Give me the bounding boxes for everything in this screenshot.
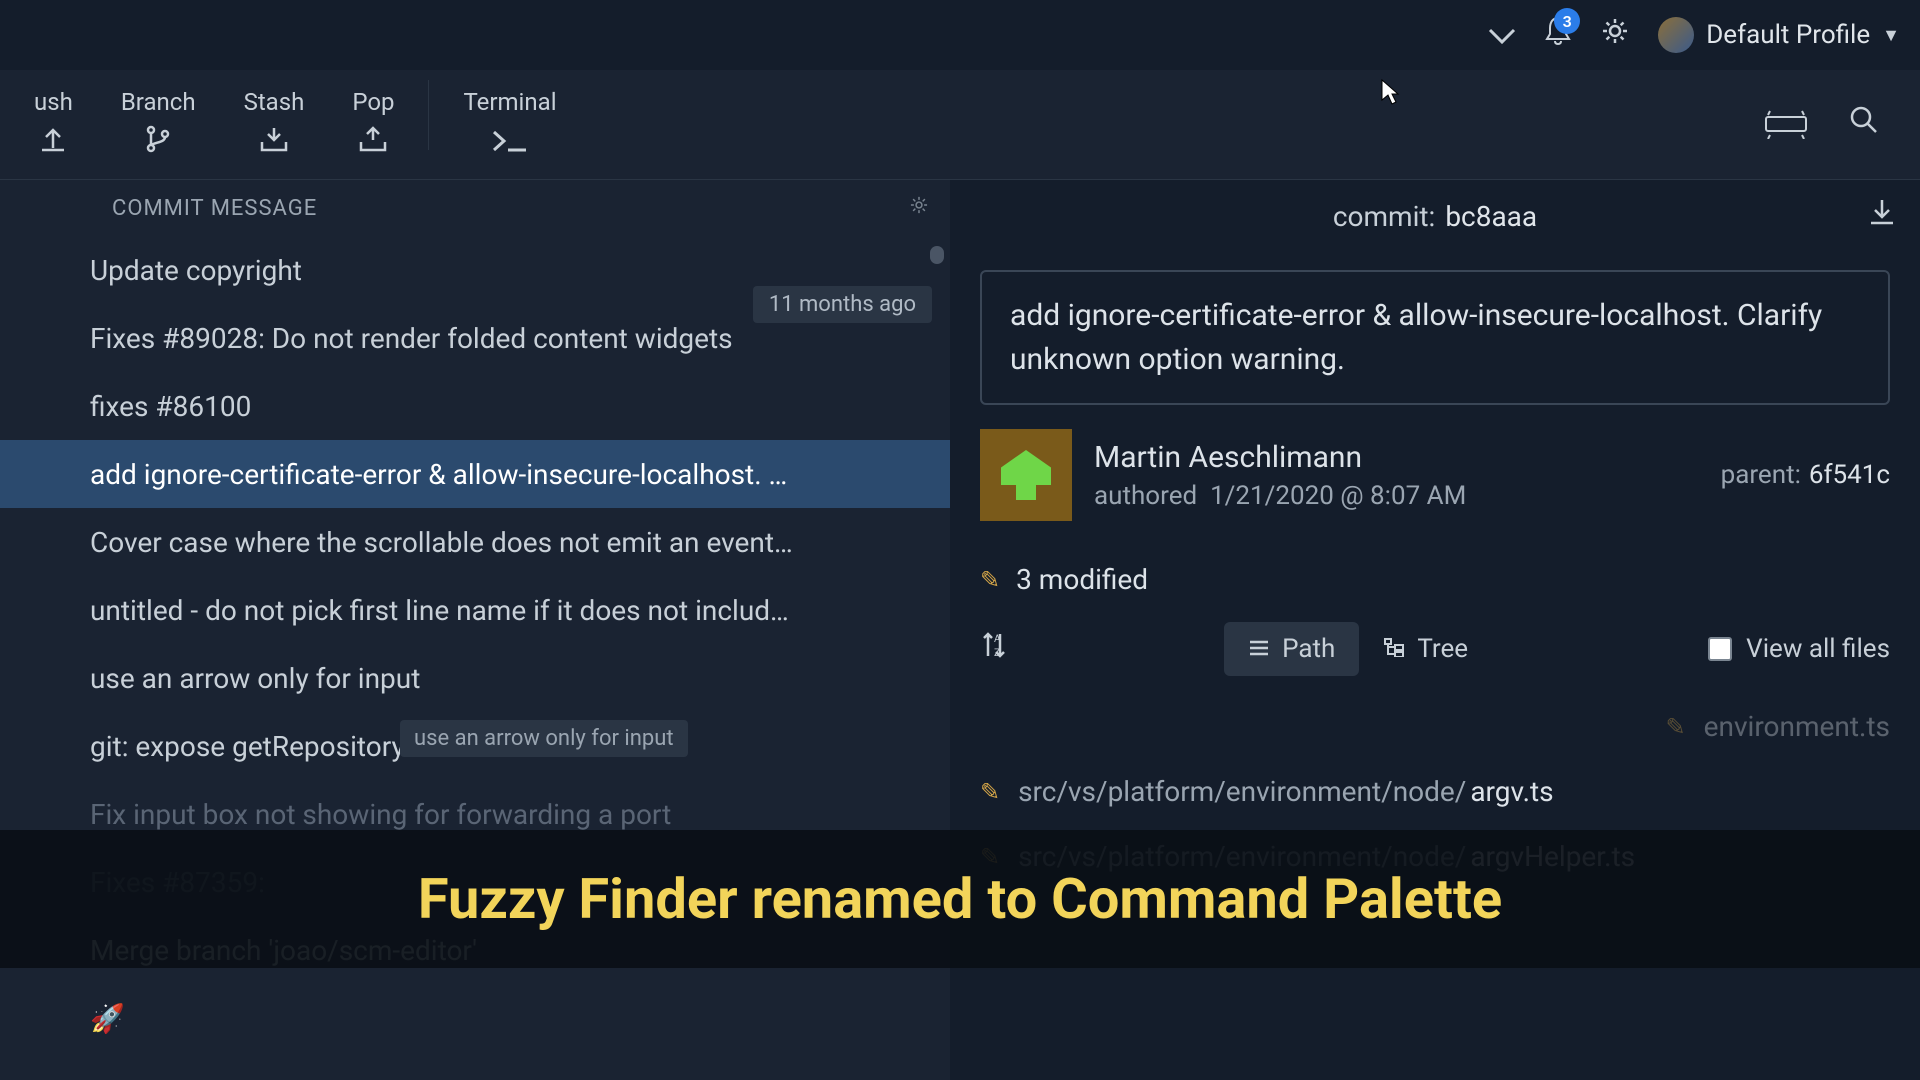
commit-row[interactable]: git: expose getRepositoryuse an arrow on… [0, 712, 950, 780]
commit-row[interactable]: use an arrow only for input [0, 644, 950, 712]
commit-message: Update copyright [90, 254, 950, 287]
overlay-banner: Fuzzy Finder renamed to Command Palette [0, 830, 1920, 968]
view-all-files[interactable]: View all files [1708, 634, 1890, 664]
commit-message-box: add ignore-certificate-error & allow-ins… [980, 270, 1890, 405]
pencil-icon: ✎ [1666, 713, 1686, 741]
commit-message: Fix input box not showing for forwarding… [90, 798, 950, 831]
commit-row[interactable]: fixes #86100 [0, 372, 950, 440]
avatar [980, 429, 1072, 521]
commit-hash: bc8aaa [1445, 200, 1537, 233]
author-row: Martin Aeschlimann authored 1/21/2020 @ … [950, 429, 1920, 545]
commit-row[interactable]: Cover case where the scrollable does not… [0, 508, 950, 576]
gear-icon[interactable] [908, 194, 930, 222]
commit-row[interactable]: add ignore-certificate-error & allow-ins… [0, 440, 950, 508]
tooltip: use an arrow only for input [400, 720, 688, 757]
pop-icon [357, 124, 389, 162]
commit-message: 🚀 [90, 1002, 950, 1035]
detail-header: commit: bc8aaa [950, 180, 1920, 252]
branch-button[interactable]: Branch [97, 80, 220, 170]
commit-message: fixes #86100 [90, 390, 950, 423]
chevron-down-icon[interactable] [1488, 16, 1516, 54]
notification-badge: 3 [1554, 8, 1580, 34]
notifications-button[interactable]: 3 [1544, 16, 1572, 54]
branch-icon [143, 124, 173, 162]
author-date: authored 1/21/2020 @ 8:07 AM [1094, 481, 1699, 511]
toolbar: ush Branch Stash Pop Terminal [0, 70, 1920, 180]
author-name: Martin Aeschlimann [1094, 440, 1699, 475]
tree-toggle[interactable]: Tree [1359, 622, 1492, 676]
commit-list-header: COMMIT MESSAGE [0, 180, 950, 236]
list-icon [1248, 634, 1270, 664]
keyboard-icon[interactable] [1764, 107, 1808, 143]
time-label: 11 months ago [753, 286, 932, 323]
file-name: argv.ts [1470, 775, 1553, 808]
terminal-button[interactable]: Terminal [439, 80, 580, 170]
avatar [1658, 17, 1694, 53]
commit-row[interactable]: untitled - do not pick first line name i… [0, 576, 950, 644]
parent-info[interactable]: parent:6f541c [1721, 460, 1890, 490]
commit-message: untitled - do not pick first line name i… [90, 594, 950, 627]
commit-message: Cover case where the scrollable does not… [90, 526, 950, 559]
commit-message: add ignore-certificate-error & allow-ins… [90, 458, 950, 491]
overlay-text: Fuzzy Finder renamed to Command Palette [0, 866, 1920, 932]
stash-icon [258, 124, 290, 162]
commit-message: use an arrow only for input [90, 662, 950, 695]
profile-dropdown[interactable]: Default Profile ▼ [1658, 17, 1900, 53]
search-icon[interactable] [1848, 104, 1880, 145]
download-icon[interactable] [1868, 197, 1896, 235]
caret-down-icon: ▼ [1882, 25, 1900, 46]
terminal-icon [490, 124, 530, 162]
view-bar: AZ Path Tree View all files [950, 614, 1920, 694]
commit-row[interactable]: Fixes #89028: Do not render folded conte… [0, 304, 950, 372]
file-row[interactable]: ✎environment.ts [980, 694, 1890, 759]
checkbox[interactable] [1708, 637, 1732, 661]
push-icon [38, 124, 68, 162]
profile-label: Default Profile [1706, 20, 1870, 50]
tree-icon [1383, 634, 1405, 664]
stash-button[interactable]: Stash [220, 80, 329, 170]
commit-message: Fixes #89028: Do not render folded conte… [90, 322, 950, 355]
top-header: 3 Default Profile ▼ [0, 0, 1920, 70]
pop-button[interactable]: Pop [328, 80, 418, 170]
svg-text:A: A [994, 634, 1001, 645]
path-toggle[interactable]: Path [1224, 622, 1359, 676]
sort-icon[interactable]: AZ [980, 630, 1008, 668]
gear-icon[interactable] [1600, 16, 1630, 54]
separator [428, 80, 429, 150]
pencil-icon: ✎ [980, 778, 1000, 806]
file-row[interactable]: ✎src/vs/platform/environment/node/argv.t… [980, 759, 1890, 824]
push-button[interactable]: ush [10, 80, 97, 170]
svg-text:Z: Z [994, 648, 1000, 659]
view-toggle: Path Tree [1224, 622, 1492, 676]
modified-count: ✎ 3 modified [950, 545, 1920, 614]
pencil-icon: ✎ [980, 566, 1000, 594]
commit-row[interactable]: 🚀 [0, 984, 950, 1052]
